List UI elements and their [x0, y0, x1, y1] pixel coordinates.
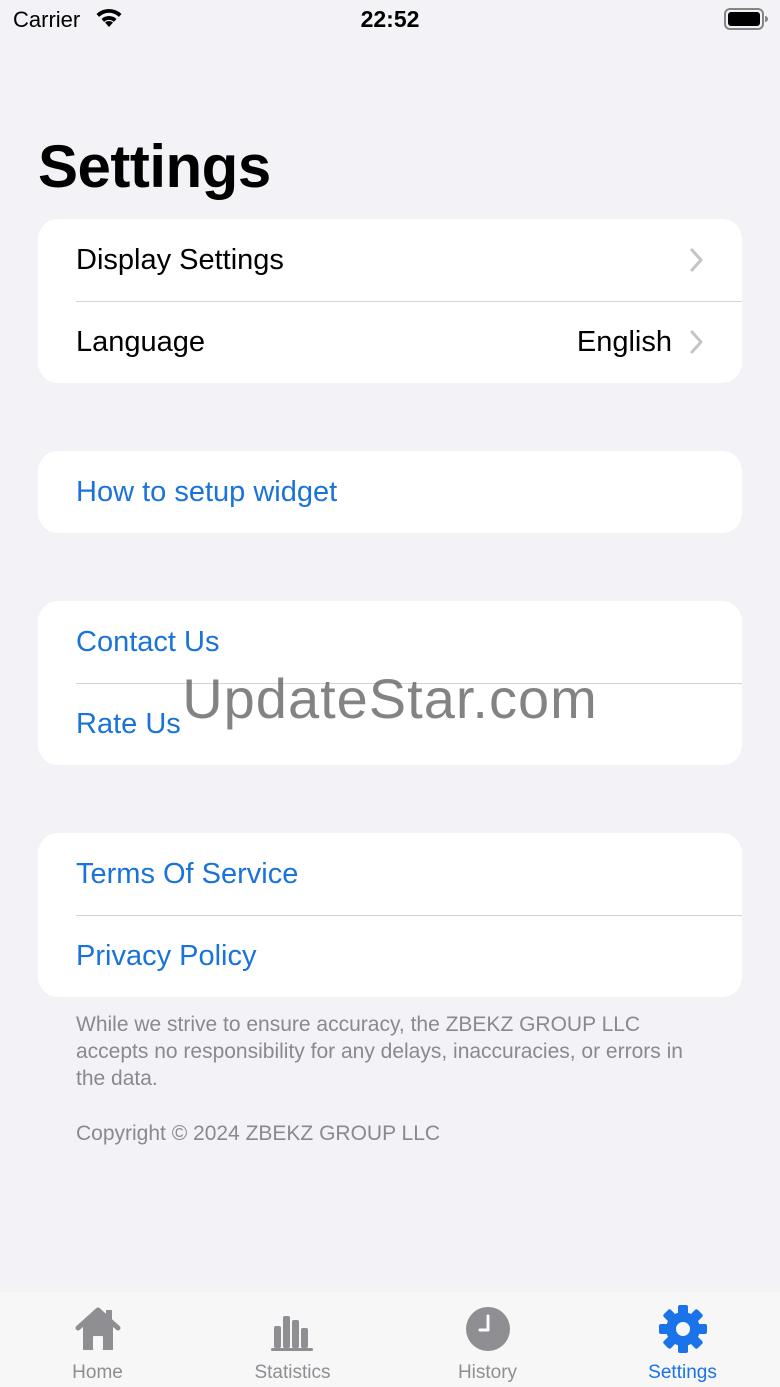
tab-home[interactable]: Home — [0, 1292, 195, 1387]
status-bar: Carrier 22:52 — [0, 0, 780, 40]
terms-of-service-link[interactable]: Terms Of Service — [76, 858, 704, 891]
copyright-text: Copyright © 2024 ZBEKZ GROUP LLC — [76, 1122, 441, 1145]
legal-group: Terms Of Service Privacy Policy — [38, 833, 742, 997]
tab-statistics[interactable]: Statistics — [195, 1292, 390, 1387]
history-icon — [466, 1307, 510, 1351]
gear-icon — [659, 1305, 707, 1353]
how-to-setup-widget-link[interactable]: How to setup widget — [76, 476, 704, 509]
tab-history[interactable]: History — [390, 1292, 585, 1387]
language-row[interactable]: Language English — [38, 301, 742, 383]
display-settings-row[interactable]: Display Settings — [38, 219, 742, 301]
tab-statistics-label: Statistics — [254, 1362, 331, 1383]
display-settings-label: Display Settings — [76, 243, 284, 276]
rate-us-link[interactable]: Rate Us — [76, 708, 704, 741]
widget-group: How to setup widget — [38, 451, 742, 533]
privacy-policy-link[interactable]: Privacy Policy — [76, 940, 704, 973]
how-to-setup-widget-row[interactable]: How to setup widget — [38, 451, 742, 533]
status-time: 22:52 — [360, 6, 420, 32]
terms-of-service-row[interactable]: Terms Of Service — [38, 833, 742, 915]
home-icon — [75, 1307, 121, 1350]
contact-us-link[interactable]: Contact Us — [76, 626, 704, 659]
page-title: Settings — [38, 133, 271, 200]
contact-us-row[interactable]: Contact Us — [38, 601, 742, 683]
tab-settings-label: Settings — [648, 1362, 717, 1383]
disclaimer-text: While we strive to ensure accuracy, the … — [76, 1013, 683, 1090]
tab-bar: Home Statistics History Settings — [0, 1292, 780, 1387]
tab-home-label: Home — [72, 1362, 123, 1383]
language-label: Language — [76, 325, 206, 358]
chevron-right-icon — [690, 248, 703, 272]
battery-icon — [724, 8, 768, 30]
chevron-right-icon — [690, 330, 703, 354]
general-settings-group: Display Settings Language English — [38, 219, 742, 383]
tab-settings[interactable]: Settings — [585, 1292, 780, 1387]
rate-us-row[interactable]: Rate Us — [38, 683, 742, 765]
privacy-policy-row[interactable]: Privacy Policy — [38, 915, 742, 997]
language-value: English — [576, 325, 672, 358]
feedback-group: Contact Us Rate Us — [38, 601, 742, 765]
statistics-icon — [271, 1316, 313, 1351]
tab-history-label: History — [457, 1362, 518, 1383]
